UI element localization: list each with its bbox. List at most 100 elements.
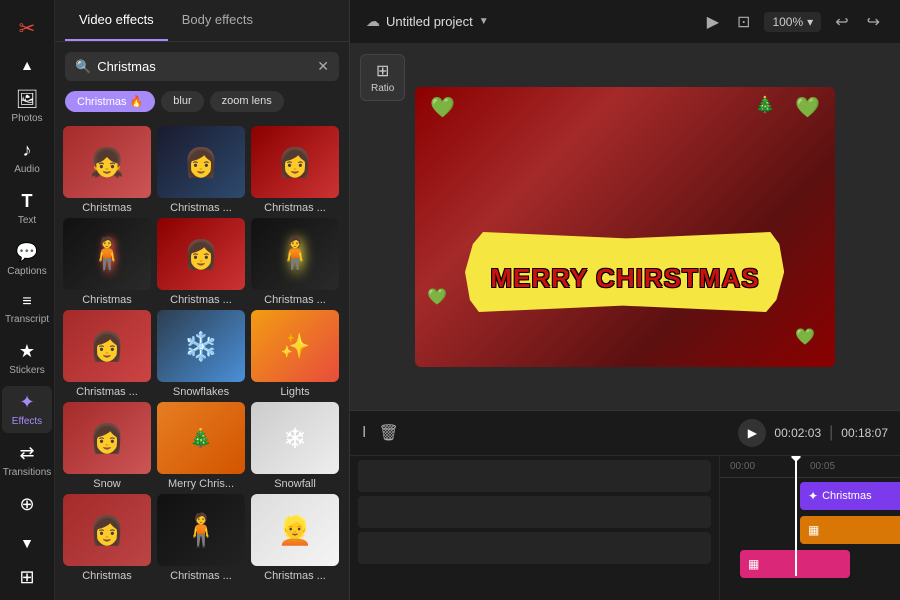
text-icon: T [22, 191, 33, 212]
effect-christmas-1[interactable]: 👧 Christmas [63, 126, 151, 214]
audio-label: Audio [14, 164, 40, 175]
zoom-control[interactable]: 100% ▾ [764, 12, 821, 32]
text-cursor-btn[interactable]: I [362, 424, 366, 442]
zoom-chevron: ▾ [807, 15, 813, 29]
frame-btn[interactable]: ⊡ [733, 8, 754, 36]
project-dropdown-icon[interactable]: ▼ [479, 16, 489, 27]
sidebar-item-transcript[interactable]: ≡ Transcript [2, 287, 52, 331]
project-title: ☁ Untitled project ▼ [366, 13, 489, 30]
sidebar-item-effects[interactable]: ✦ Effects [2, 386, 52, 433]
stickers-icon: ★ [19, 341, 35, 362]
clear-search-icon[interactable]: ✕ [317, 58, 329, 75]
chip-blur[interactable]: blur [161, 91, 203, 112]
clip-label: Christmas [822, 490, 872, 502]
sidebar-item-audio[interactable]: ♪ Audio [2, 134, 52, 181]
track-row-1: ✦ Christmas [720, 482, 900, 512]
stickers-label: Stickers [9, 365, 45, 376]
effect-label: Christmas ... [251, 294, 339, 306]
playhead [795, 456, 797, 576]
effects-row: 👩 Snow 🎄 Merry Chris... ❄ Snowfall [63, 402, 341, 490]
timeline-left-panel [350, 456, 720, 600]
sidebar-item-more[interactable]: ⊕ [2, 488, 52, 521]
effect-label: Christmas ... [157, 202, 245, 214]
redo-btn[interactable]: ↪ [863, 8, 884, 36]
filter-chips: Christmas 🔥 blur zoom lens [55, 91, 349, 122]
track-row-2: ▦ [720, 516, 900, 546]
clip-icon-3: ▦ [748, 557, 759, 571]
track-label-1 [358, 460, 711, 492]
emoji-1: 💚 [430, 95, 455, 120]
effects-row: 👩 Christmas 🧍 Christmas ... 👱 Christmas … [63, 494, 341, 582]
undo-btn[interactable]: ↩ [831, 8, 852, 36]
effect-snow[interactable]: 👩 Snow [63, 402, 151, 490]
transitions-label: Transitions [3, 467, 52, 478]
effects-grid: 👧 Christmas 👩 Christmas ... 👩 Christmas … [55, 122, 349, 600]
transitions-icon: ⇄ [19, 443, 34, 464]
transcript-icon: ≡ [22, 293, 31, 311]
effect-lights[interactable]: ✨ Lights [251, 310, 339, 398]
effect-christmas-3[interactable]: 👩 Christmas ... [251, 126, 339, 214]
effect-label: Snow [63, 478, 151, 490]
effect-christmas-4[interactable]: 🧍 Christmas [63, 218, 151, 306]
effect-snowfall[interactable]: ❄ Snowfall [251, 402, 339, 490]
emoji-5: 💚 [795, 327, 815, 347]
play-preview-btn[interactable]: ▶ [703, 8, 723, 36]
effect-snowflakes[interactable]: ❄️ Snowflakes [157, 310, 245, 398]
effect-label: Christmas ... [251, 202, 339, 214]
effect-merry-christmas[interactable]: 🎄 Merry Chris... [157, 402, 245, 490]
effect-christmas-5[interactable]: 👩 Christmas ... [157, 218, 245, 306]
effect-thumb: 👩 [157, 126, 245, 198]
ratio-button[interactable]: ⊞ Ratio [360, 54, 405, 101]
effect-label: Merry Chris... [157, 478, 245, 490]
chevron-up-icon: ▲ [20, 57, 34, 73]
tab-video-effects[interactable]: Video effects [65, 0, 168, 41]
chip-christmas[interactable]: Christmas 🔥 [65, 91, 155, 112]
effect-christmas-6[interactable]: 🧍 Christmas ... [251, 218, 339, 306]
clip-orange[interactable]: ▦ [800, 516, 900, 544]
captions-icon: 💬 [16, 242, 38, 263]
effect-christmas-2[interactable]: 👩 Christmas ... [157, 126, 245, 214]
effect-christmas-white[interactable]: 👱 Christmas ... [251, 494, 339, 582]
delete-btn[interactable]: 🗑 [378, 423, 398, 443]
icon-sidebar: ✂ ▲ 🖼 Photos ♪ Audio T Text 💬 Captions ≡… [0, 0, 55, 600]
effects-row: 👩 Christmas ... ❄️ Snowflakes ✨ Lights [63, 310, 341, 398]
playhead-head [791, 456, 801, 462]
top-bar: ☁ Untitled project ▼ ▶ ⊡ 100% ▾ ↩ ↪ [350, 0, 900, 44]
tab-body-effects[interactable]: Body effects [168, 0, 267, 41]
sidebar-item-text[interactable]: T Text [2, 185, 52, 232]
video-preview: 💚 💚 🎄 💚 💚 MERRY CHIRSTMAS [415, 87, 835, 367]
effect-christmas-lights[interactable]: 👩 Christmas [63, 494, 151, 582]
play-button[interactable]: ▶ [738, 419, 766, 447]
effect-christmas-dark[interactable]: 🧍 Christmas ... [157, 494, 245, 582]
photos-label: Photos [11, 113, 42, 124]
clips-area: ✦ Christmas ▦ ▦ [720, 478, 900, 600]
ruler-mark-0: 00:00 [730, 461, 755, 472]
chip-zoom-lens[interactable]: zoom lens [210, 91, 284, 112]
sidebar-item-stickers[interactable]: ★ Stickers [2, 335, 52, 382]
effect-thumb: ❄ [251, 402, 339, 474]
sidebar-item-transitions[interactable]: ⇄ Transitions [2, 437, 52, 484]
nav-up-btn[interactable]: ▲ [2, 51, 52, 79]
canvas-area: ⊞ Ratio 💚 💚 🎄 💚 💚 MERRY CHIRSTMAS [350, 44, 900, 410]
effect-label: Christmas ... [251, 570, 339, 582]
ratio-icon: ⊞ [371, 61, 394, 81]
sidebar-item-captions[interactable]: 💬 Captions [2, 236, 52, 283]
timeline-container: 00:00 00:05 00:10 00: ✦ Christmas [350, 456, 900, 600]
effect-thumb: 🧍 [251, 218, 339, 290]
sidebar-item-photos[interactable]: 🖼 Photos [2, 83, 52, 130]
total-time: 00:18:07 [841, 426, 888, 440]
nav-down-btn[interactable]: ▼ [2, 529, 52, 557]
ratio-label: Ratio [371, 83, 394, 94]
effect-thumb: 👩 [63, 494, 151, 566]
panel-tabs: Video effects Body effects [55, 0, 349, 42]
track-label-3 [358, 532, 711, 564]
effect-label: Lights [251, 386, 339, 398]
effect-thumb: 🧍 [63, 218, 151, 290]
effect-christmas-7[interactable]: 👩 Christmas ... [63, 310, 151, 398]
effect-thumb: 👱 [251, 494, 339, 566]
clip-christmas[interactable]: ✦ Christmas [800, 482, 900, 510]
chevron-down-icon: ▼ [20, 535, 34, 551]
search-input[interactable] [97, 59, 311, 74]
zoom-value: 100% [772, 15, 803, 29]
grid-btn[interactable]: ⊞ [2, 561, 52, 594]
